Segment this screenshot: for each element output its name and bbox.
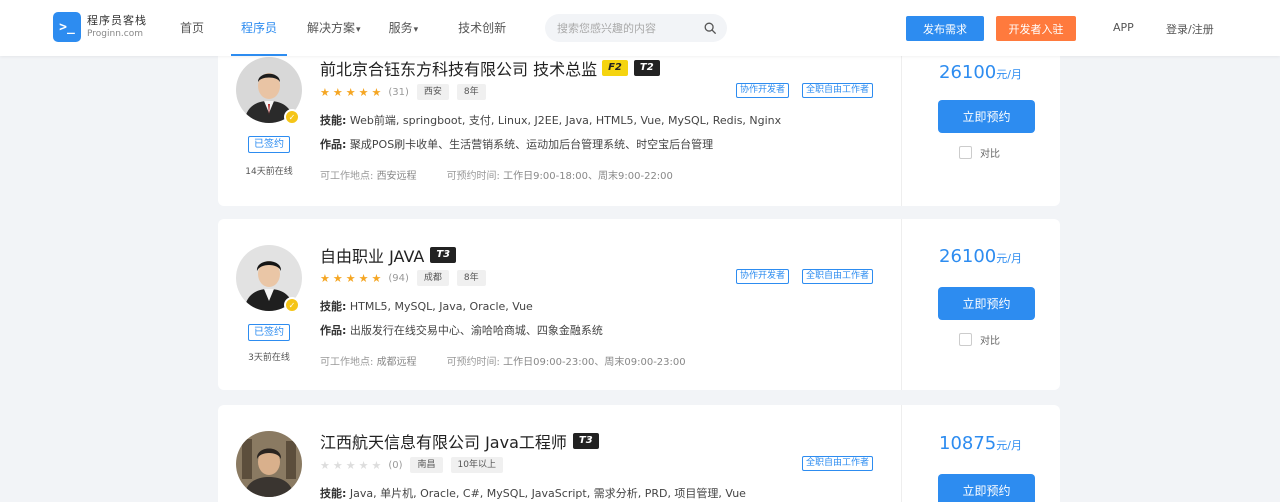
price: 10875元/月 [939,433,1022,454]
compare-checkbox[interactable] [959,333,972,346]
logo-terminal-icon: >_ [53,12,81,42]
search-icon[interactable] [703,21,717,35]
nav-item-home[interactable]: 首页 [180,0,204,56]
developer-title[interactable]: 前北京合钰东方科技有限公司 技术总监 F2 T2 [320,56,660,80]
last-online-status: 3天前在线 [248,353,290,363]
app-link[interactable]: APP [1113,21,1134,34]
signed-badge: 已签约 [248,324,290,341]
city-chip: 南昌 [410,457,443,473]
chevron-down-icon: ▾ [356,25,361,35]
verified-badge-icon: ✓ [284,297,300,313]
compare-toggle[interactable]: 对比 [959,332,1000,347]
price: 26100元/月 [939,246,1022,267]
experience-chip: 8年 [456,84,486,100]
meta-row: ★★★★★ (0) 南昌 10年以上 [320,457,503,473]
developer-card: ✓ 已签约 14天前在线 前北京合钰东方科技有限公司 技术总监 F2 T2 ★★… [218,38,1060,206]
login-register-link[interactable]: 登录/注册 [1166,21,1214,37]
nav-item-solutions[interactable]: 解决方案▾ [307,0,361,56]
nav-item-services[interactable]: 服务▾ [389,0,419,56]
last-online-status: 14天前在线 [245,167,293,177]
level-tag-t: T3 [572,433,599,449]
skills-line: 技能: HTML5, MySQL, Java, Oracle, Vue [320,300,533,313]
verified-badge-icon: ✓ [284,109,300,125]
nav-item-programmers[interactable]: 程序员 [231,0,288,56]
avatar[interactable] [236,431,302,497]
works-line: 作品: 聚成POS刷卡收单、生活营销系统、运动加后台管理系统、时空宝后台管理 [320,138,714,151]
nav-item-tech-innovation[interactable]: 技术创新 [458,0,506,56]
developer-title[interactable]: 江西航天信息有限公司 Java工程师 T3 [320,429,599,453]
city-chip: 西安 [416,84,449,100]
logo-domain: Proginn.com [87,29,143,39]
meta-row: ★★★★★ (94) 成都 8年 [320,270,486,286]
compare-checkbox[interactable] [959,146,972,159]
rating-count: (94) [388,272,409,284]
logo[interactable]: >_ 程序员客栈 Proginn.com [53,12,147,42]
type-tag: 协作开发者 [736,83,790,98]
city-chip: 成都 [416,270,449,286]
main-nav: 首页 程序员 解决方案▾ 服务▾ 技术创新 [180,0,506,56]
experience-chip: 10年以上 [450,457,503,473]
developer-card: 江西航天信息有限公司 Java工程师 T3 ★★★★★ (0) 南昌 10年以上… [218,405,1060,502]
compare-toggle[interactable]: 对比 [959,145,1000,160]
search-box [545,14,727,42]
price: 26100元/月 [939,62,1022,83]
availability-line: 可工作地点: 西安远程 可预约时间: 工作日9:00-18:00、周末9:00-2… [320,171,673,182]
availability-line: 可工作地点: 成都远程 可预约时间: 工作日09:00-23:00、周末09:00… [320,357,686,368]
rating-count: (31) [388,86,409,98]
rating-stars: ★★★★★ [320,85,385,99]
rating-stars: ★★★★★ [320,271,385,285]
developer-join-button[interactable]: 开发者入驻 [996,16,1076,41]
search-input[interactable] [557,21,697,35]
works-line: 作品: 出版发行在线交易中心、渝哈哈商城、四象金融系统 [320,324,603,337]
experience-chip: 8年 [456,270,486,286]
logo-name: 程序员客栈 [87,14,147,27]
book-now-button[interactable]: 立即预约 [938,100,1035,133]
skills-line: 技能: Java, 单片机, Oracle, C#, MySQL, JavaSc… [320,487,746,500]
chevron-down-icon: ▾ [413,25,419,35]
type-tag: 全职自由工作者 [802,269,874,284]
publish-request-button[interactable]: 发布需求 [906,16,984,41]
level-tag-t: T2 [633,60,660,76]
top-navigation-bar: >_ 程序员客栈 Proginn.com 首页 程序员 解决方案▾ 服务▾ 技术… [0,0,1280,56]
type-tag: 全职自由工作者 [802,456,874,471]
level-tag-t: T3 [430,247,457,263]
rating-count: (0) [388,459,403,471]
type-tag: 全职自由工作者 [802,83,874,98]
rating-stars: ★★★★★ [320,458,385,472]
meta-row: ★★★★★ (31) 西安 8年 [320,84,486,100]
developer-card: ✓ 已签约 3天前在线 自由职业 JAVA T3 ★★★★★ (94) 成都 8… [218,219,1060,390]
book-now-button[interactable]: 立即预约 [938,287,1035,320]
type-tag: 协作开发者 [736,269,790,284]
level-tag-f: F2 [602,60,628,76]
book-now-button[interactable]: 立即预约 [938,474,1035,502]
signed-badge: 已签约 [248,136,290,153]
skills-line: 技能: Web前端, springboot, 支付, Linux, J2EE, … [320,114,782,127]
developer-title[interactable]: 自由职业 JAVA T3 [320,243,457,267]
avatar-photo [236,431,302,497]
